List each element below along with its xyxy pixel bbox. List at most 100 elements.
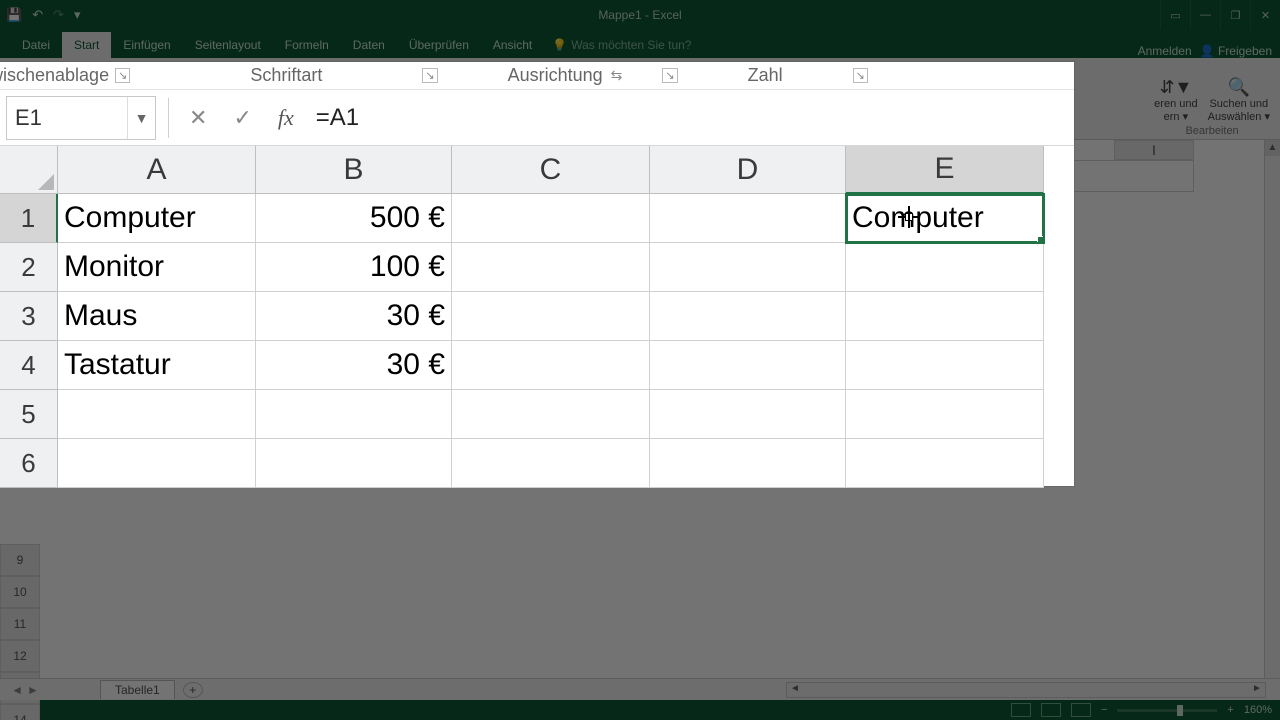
sign-in-link[interactable]: Anmelden — [1138, 44, 1192, 58]
cell-a4[interactable]: Tastatur — [58, 341, 256, 390]
cell-e2[interactable] — [846, 243, 1044, 292]
cell-e1[interactable]: Computer — [846, 194, 1044, 243]
tell-me-box[interactable]: 💡 Was möchten Sie tun? — [544, 32, 699, 58]
cell-b6[interactable] — [256, 439, 452, 488]
tab-start[interactable]: Start — [62, 32, 111, 58]
zoom-in-button[interactable]: + — [1227, 704, 1233, 716]
tab-datei[interactable]: Datei — [10, 32, 62, 58]
cell-e6[interactable] — [846, 439, 1044, 488]
qat-more-icon[interactable]: ▾ — [74, 7, 81, 23]
cell-a5[interactable] — [58, 390, 256, 439]
tab-einfuegen[interactable]: Einfügen — [111, 32, 182, 58]
cell-b4[interactable]: 30 € — [256, 341, 452, 390]
cell-c2[interactable] — [452, 243, 650, 292]
col-header-e[interactable]: E — [846, 146, 1044, 194]
name-box-dropdown-icon[interactable]: ▼ — [127, 97, 155, 139]
group-zwischenablage: wischenablage — [0, 65, 109, 86]
vertical-scrollbar[interactable]: ▲ — [1264, 140, 1280, 678]
sheet-nav-right-icon[interactable]: ► — [27, 683, 39, 697]
dialog-launcher-icon[interactable]: ↘ — [115, 68, 130, 83]
cell-d2[interactable] — [650, 243, 846, 292]
horizontal-scrollbar[interactable]: ◄ ► — [786, 682, 1266, 698]
cell-b1[interactable]: 500 € — [256, 194, 452, 243]
cell-c5[interactable] — [452, 390, 650, 439]
bg-cell-i1[interactable] — [1068, 160, 1194, 192]
wrap-icon[interactable]: ⇆ — [611, 67, 623, 84]
cell-a6[interactable] — [58, 439, 256, 488]
zoom-slider[interactable] — [1117, 709, 1217, 712]
cell-c1[interactable] — [452, 194, 650, 243]
col-header-a[interactable]: A — [58, 146, 256, 194]
view-normal-button[interactable] — [1011, 703, 1031, 717]
add-sheet-button[interactable]: + — [183, 682, 203, 698]
view-pagelayout-button[interactable] — [1041, 703, 1061, 717]
row-header-5[interactable]: 5 — [0, 390, 58, 439]
cell-b3[interactable]: 30 € — [256, 292, 452, 341]
cell-c3[interactable] — [452, 292, 650, 341]
select-all-corner[interactable] — [0, 146, 58, 194]
bg-row-head[interactable]: 9 — [0, 544, 40, 576]
bg-row-head[interactable]: 10 — [0, 576, 40, 608]
cell-b5[interactable] — [256, 390, 452, 439]
close-button[interactable]: ✕ — [1250, 0, 1280, 30]
cell-e4[interactable] — [846, 341, 1044, 390]
undo-icon[interactable]: ↶ — [32, 7, 43, 23]
col-header-d[interactable]: D — [650, 146, 846, 194]
bg-row-head[interactable]: 11 — [0, 608, 40, 640]
row-header-3[interactable]: 3 — [0, 292, 58, 341]
minimize-button[interactable]: — — [1190, 0, 1220, 30]
cell-c4[interactable] — [452, 341, 650, 390]
cell-a3[interactable]: Maus — [58, 292, 256, 341]
zoom-out-button[interactable]: − — [1101, 704, 1107, 716]
row-header-6[interactable]: 6 — [0, 439, 58, 488]
cell-e5[interactable] — [846, 390, 1044, 439]
save-icon[interactable]: 💾 — [6, 7, 22, 23]
tab-ueberpruefen[interactable]: Überprüfen — [397, 32, 481, 58]
col-header-c[interactable]: C — [452, 146, 650, 194]
zoom-level[interactable]: 160% — [1244, 704, 1272, 716]
scroll-up-icon[interactable]: ▲ — [1265, 140, 1280, 156]
sheet-nav[interactable]: ◄ ► — [0, 683, 50, 697]
cell-d6[interactable] — [650, 439, 846, 488]
bg-row-head[interactable]: 12 — [0, 640, 40, 672]
cell-d3[interactable] — [650, 292, 846, 341]
cell-d1[interactable] — [650, 194, 846, 243]
enter-icon[interactable]: ✓ — [233, 105, 251, 131]
ribbon-options-button[interactable]: ▭ — [1160, 0, 1190, 30]
hscroll-right-icon[interactable]: ► — [1249, 683, 1265, 697]
cell-d4[interactable] — [650, 341, 846, 390]
cancel-icon[interactable]: ✕ — [189, 105, 207, 131]
cell-e3[interactable] — [846, 292, 1044, 341]
col-header-i[interactable]: I — [1114, 140, 1194, 160]
sheet-nav-left-icon[interactable]: ◄ — [11, 683, 23, 697]
cell-a2[interactable]: Monitor — [58, 243, 256, 292]
sheet-tab-tabelle1[interactable]: Tabelle1 — [100, 680, 175, 699]
redo-icon[interactable]: ↷ — [53, 7, 64, 23]
cell-c6[interactable] — [452, 439, 650, 488]
sort-filter-icon[interactable]: ⇵▼ — [1154, 77, 1197, 98]
dialog-launcher-icon[interactable]: ↘ — [853, 68, 868, 83]
tab-daten[interactable]: Daten — [341, 32, 397, 58]
maximize-button[interactable]: ❐ — [1220, 0, 1250, 30]
row-header-4[interactable]: 4 — [0, 341, 58, 390]
name-box[interactable]: E1 ▼ — [6, 96, 156, 140]
worksheet-grid[interactable]: A B C D E 1 2 3 4 5 6 Computer 500 € Com… — [0, 146, 1074, 486]
dialog-launcher-icon[interactable]: ↘ — [422, 68, 437, 83]
row-header-2[interactable]: 2 — [0, 243, 58, 292]
row-header-1[interactable]: 1 — [0, 194, 58, 243]
formula-input[interactable] — [302, 96, 1074, 140]
tab-seitenlayout[interactable]: Seitenlayout — [183, 32, 273, 58]
cell-a1[interactable]: Computer — [58, 194, 256, 243]
cell-b2[interactable]: 100 € — [256, 243, 452, 292]
tab-ansicht[interactable]: Ansicht — [481, 32, 544, 58]
col-header-b[interactable]: B — [256, 146, 452, 194]
cell-d5[interactable] — [650, 390, 846, 439]
bg-row-head[interactable]: 14 — [0, 704, 40, 720]
tab-formeln[interactable]: Formeln — [273, 32, 341, 58]
view-pagebreak-button[interactable] — [1071, 703, 1091, 717]
find-select-icon[interactable]: 🔍 — [1208, 77, 1270, 98]
hscroll-left-icon[interactable]: ◄ — [787, 683, 803, 697]
dialog-launcher-icon[interactable]: ↘ — [662, 68, 677, 83]
share-button[interactable]: 👤 Freigeben — [1200, 44, 1272, 58]
fx-icon[interactable]: fx — [278, 105, 294, 131]
